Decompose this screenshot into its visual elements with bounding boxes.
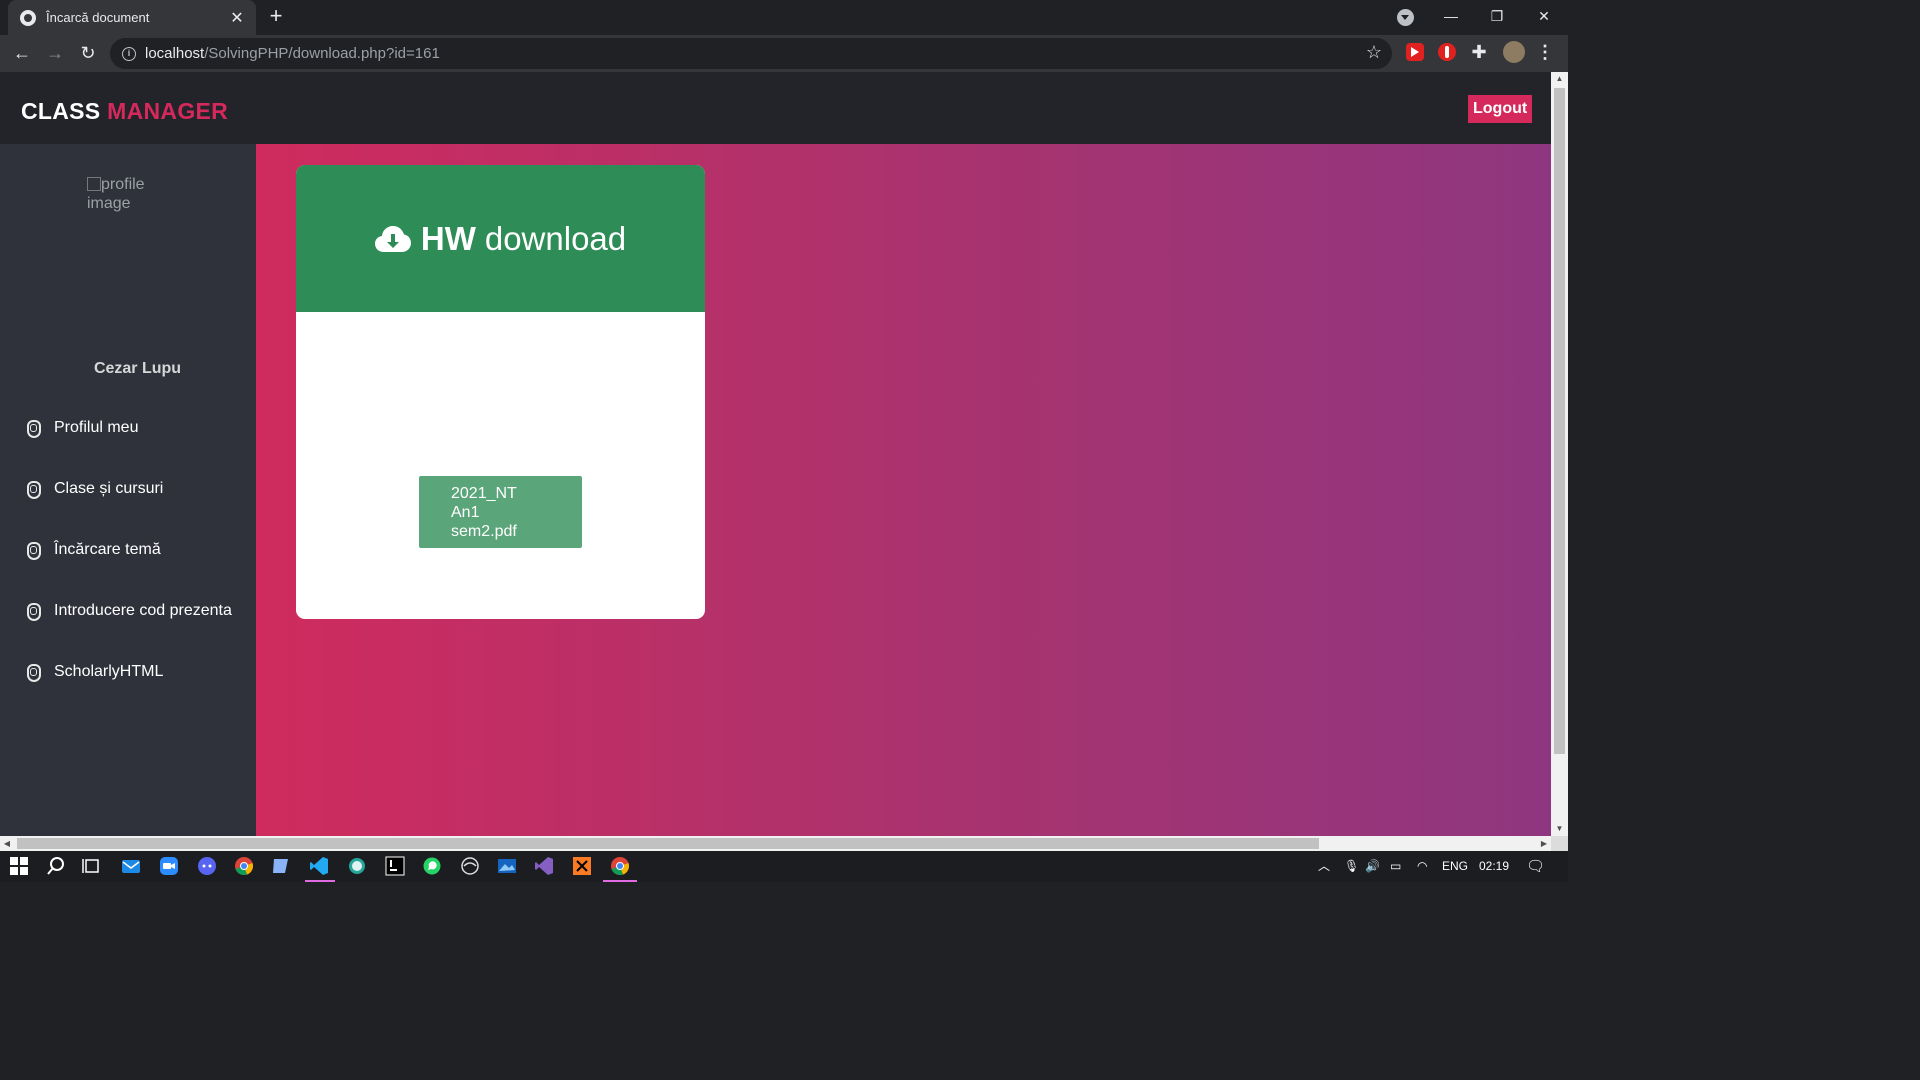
horizontal-scroll-thumb[interactable] — [17, 838, 1319, 849]
browser-tab-bar: Încarcă document ✕ + — ❐ ✕ — [0, 0, 1568, 35]
battery-icon[interactable]: ▭ — [1390, 851, 1401, 882]
url-path: /SolvingPHP/download.php?id=161 — [204, 45, 440, 62]
scrollbar-corner — [1551, 836, 1568, 851]
sidebar: profile image Cezar Lupu Profilul meu Cl… — [0, 144, 256, 836]
sidebar-item-upload[interactable]: Încărcare temă — [24, 535, 161, 565]
xampp-icon[interactable] — [572, 856, 592, 876]
active-indicator — [603, 880, 637, 882]
info-icon[interactable]: i — [122, 46, 136, 61]
scroll-up-icon[interactable]: ▲ — [1551, 72, 1568, 86]
main-content: HW download 2021_NT An1 sem2.pdf — [256, 144, 1551, 836]
html5-icon — [24, 419, 42, 438]
address-bar[interactable]: i localhost/SolvingPHP/download.php?id=1… — [110, 38, 1392, 69]
task-view-icon[interactable] — [82, 856, 102, 876]
profile-image: profile image — [87, 175, 162, 213]
visual-studio-icon[interactable] — [534, 856, 554, 876]
scroll-down-icon[interactable]: ▼ — [1551, 822, 1568, 836]
sidebar-item-label: ScholarlyHTML — [54, 663, 164, 680]
search-icon[interactable] — [46, 856, 66, 876]
github-desktop-icon[interactable] — [460, 856, 480, 876]
html5-icon — [24, 663, 42, 682]
microphone-icon[interactable]: 🎙 — [1344, 851, 1359, 882]
html5-icon — [24, 541, 42, 560]
file-name-line-2: An1 — [451, 504, 480, 521]
intellij-icon[interactable] — [385, 856, 405, 876]
discord-icon[interactable] — [197, 856, 217, 876]
user-name: Cezar Lupu — [93, 360, 182, 377]
browser-tab[interactable]: Încarcă document ✕ — [8, 0, 256, 35]
file-download-button[interactable]: 2021_NT An1 sem2.pdf — [419, 476, 582, 548]
file-name-line-3: sem2.pdf — [451, 523, 517, 540]
mail-icon[interactable] — [121, 856, 141, 876]
vertical-scrollbar[interactable]: ▲ ▼ — [1551, 72, 1568, 836]
card-title: HW download — [374, 219, 627, 258]
download-card: HW download 2021_NT An1 sem2.pdf — [296, 165, 705, 619]
card-header: HW download — [296, 165, 705, 312]
close-window-button[interactable]: ✕ — [1521, 0, 1567, 32]
broken-image-icon — [87, 177, 101, 191]
profile-avatar-icon[interactable] — [1503, 41, 1525, 63]
notifications-icon[interactable]: 🗨 — [1526, 851, 1545, 882]
bookmark-star-icon[interactable]: ☆ — [1366, 42, 1382, 63]
minimize-button[interactable]: — — [1428, 0, 1474, 32]
restore-button[interactable]: ❐ — [1474, 0, 1520, 32]
vscode-icon[interactable] — [309, 856, 329, 876]
extension-stop-icon[interactable] — [1438, 43, 1456, 61]
zoom-icon[interactable] — [159, 856, 179, 876]
extensions-puzzle-icon[interactable]: ✚ — [1470, 43, 1488, 61]
browser-menu-icon[interactable]: ⋮ — [1536, 43, 1554, 61]
app-circle-icon[interactable] — [347, 856, 367, 876]
sidebar-item-label: Încărcare temă — [54, 541, 161, 558]
sidebar-item-label: Clase și cursuri — [54, 480, 164, 497]
sidebar-item-label: Profilul meu — [54, 419, 139, 436]
brand-part2: MANAGER — [107, 98, 229, 124]
tab-search-icon[interactable] — [1397, 9, 1414, 26]
extension-video-icon[interactable] — [1406, 43, 1424, 61]
browser-toolbar: ← → ↻ i localhost/SolvingPHP/download.ph… — [0, 35, 1568, 72]
globe-icon — [20, 9, 36, 26]
chrome-active-icon[interactable] — [610, 856, 630, 876]
card-title-rest: download — [484, 219, 627, 257]
volume-icon[interactable]: 🔊 — [1365, 851, 1380, 882]
clock[interactable]: 02:19 — [1479, 851, 1509, 882]
html5-icon — [24, 480, 42, 499]
logout-button[interactable]: Logout — [1468, 95, 1533, 123]
tab-close-icon[interactable]: ✕ — [228, 8, 246, 28]
photos-app-icon[interactable] — [497, 856, 517, 876]
sidebar-item-scholarlyhtml[interactable]: ScholarlyHTML — [24, 657, 163, 687]
scroll-left-icon[interactable]: ◀ — [0, 836, 14, 851]
brand-logo: CLASS MANAGER — [21, 98, 228, 125]
active-indicator — [305, 880, 335, 882]
back-arrow-icon[interactable]: ← — [8, 39, 36, 67]
language-indicator[interactable]: ENG — [1442, 851, 1468, 882]
card-title-bold: HW — [420, 219, 476, 257]
sidebar-item-attendance-code[interactable]: Introducere cod prezenta — [24, 596, 232, 626]
whatsapp-icon[interactable] — [422, 856, 442, 876]
wifi-icon[interactable]: ◠ — [1417, 851, 1427, 882]
html5-icon — [24, 602, 42, 621]
reload-icon[interactable]: ↻ — [74, 39, 102, 67]
app-header: CLASS MANAGER Logout — [0, 72, 1551, 144]
tray-chevron-up-icon[interactable]: ︿ — [1318, 851, 1330, 882]
file-name-line-1: 2021_NT — [451, 485, 517, 502]
chrome-icon[interactable] — [234, 856, 254, 876]
scroll-right-icon[interactable]: ▶ — [1537, 836, 1551, 851]
url-host: localhost — [145, 45, 205, 62]
notes-app-icon[interactable] — [271, 856, 291, 876]
forward-arrow-icon[interactable]: → — [41, 39, 69, 67]
tab-title: Încarcă document — [46, 10, 150, 25]
new-tab-button[interactable]: + — [264, 4, 288, 30]
sidebar-item-profile[interactable]: Profilul meu — [24, 413, 138, 443]
taskbar: ︿ 🎙 🔊 ▭ ◠ ENG 02:19 🗨 — [0, 851, 1568, 882]
brand-part1: CLASS — [21, 98, 101, 124]
vertical-scroll-thumb[interactable] — [1554, 88, 1565, 754]
cloud-download-icon — [374, 225, 411, 252]
sidebar-item-classes[interactable]: Clase și cursuri — [24, 474, 163, 504]
horizontal-scrollbar[interactable]: ◀ ▶ — [0, 836, 1551, 851]
windows-start-icon[interactable] — [9, 856, 29, 876]
sidebar-item-label: Introducere cod prezenta — [54, 602, 232, 619]
page-viewport: CLASS MANAGER Logout profile image Cezar… — [0, 72, 1551, 836]
